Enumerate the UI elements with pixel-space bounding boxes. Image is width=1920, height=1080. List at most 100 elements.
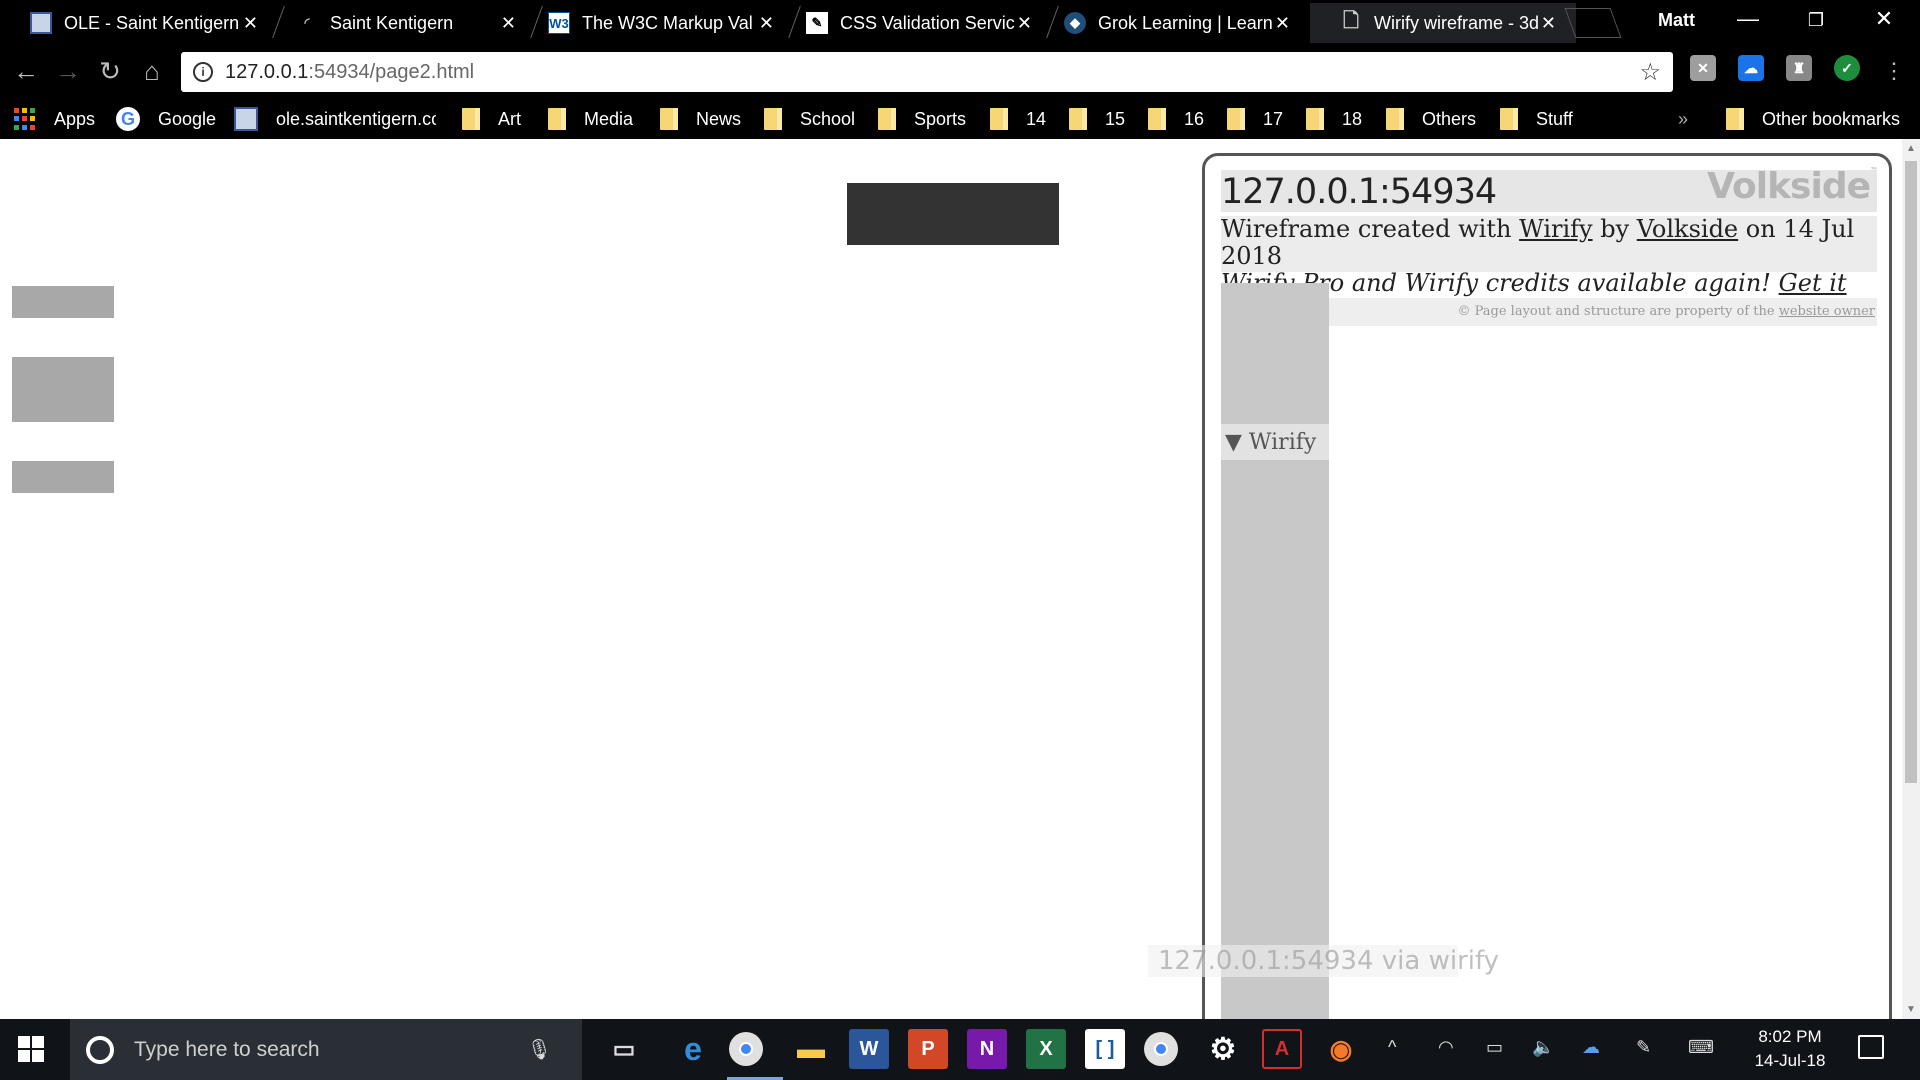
action-center-icon[interactable] bbox=[1858, 1035, 1884, 1059]
onedrive-tray-icon[interactable]: ☁ bbox=[1582, 1037, 1600, 1058]
wirify-host-title: 127.0.0.1:54934 bbox=[1221, 172, 1497, 212]
close-icon[interactable]: ✕ bbox=[1275, 13, 1290, 34]
wirify-link[interactable]: Wirify bbox=[1519, 215, 1593, 243]
bookmark-others[interactable]: Others bbox=[1386, 105, 1476, 133]
bookmark-14[interactable]: 14 bbox=[990, 105, 1046, 133]
address-bar[interactable]: i 127.0.0.1:54934/page2.html ☆ bbox=[181, 52, 1673, 92]
bookmark-ole[interactable]: ole.saintkentigern.co bbox=[234, 105, 436, 133]
menu-kebab-icon[interactable]: ⋮ bbox=[1878, 55, 1910, 87]
powerpoint-icon[interactable]: P bbox=[908, 1029, 948, 1069]
taskbar-clock[interactable]: 8:02 PM 14-Jul-18 bbox=[1740, 1025, 1840, 1073]
back-icon[interactable]: ← bbox=[10, 55, 42, 87]
bookmark-label: Others bbox=[1422, 108, 1477, 129]
excel-icon[interactable]: X bbox=[1026, 1029, 1066, 1069]
keyboard-icon[interactable]: ⌨ bbox=[1688, 1037, 1714, 1058]
by-text: by bbox=[1592, 215, 1637, 243]
close-icon[interactable]: ✕ bbox=[1541, 13, 1556, 34]
website-owner-link[interactable]: website owner bbox=[1779, 304, 1875, 319]
app-bracket-icon[interactable]: [ ] bbox=[1085, 1029, 1125, 1069]
page-scrollbar[interactable]: ▲ ▼ bbox=[1902, 139, 1920, 1019]
onedrive-cloud-icon[interactable]: ☁ bbox=[1738, 55, 1764, 81]
bookmark-label: 14 bbox=[1026, 108, 1047, 129]
bookmark-label: 16 bbox=[1184, 108, 1205, 129]
bookmark-news[interactable]: News bbox=[660, 105, 741, 133]
close-icon[interactable]: ✕ bbox=[501, 13, 516, 34]
battery-icon[interactable]: ▭ bbox=[1486, 1037, 1503, 1058]
bookmark-label: ole.saintkentigern.co bbox=[276, 108, 436, 129]
bookmark-sports[interactable]: Sports bbox=[878, 105, 966, 133]
bookmark-15[interactable]: 15 bbox=[1069, 105, 1125, 133]
bookmark-apps[interactable]: Apps bbox=[14, 105, 95, 133]
bookmark-school[interactable]: School bbox=[764, 105, 855, 133]
bookmark-art[interactable]: Art bbox=[462, 105, 521, 133]
url-host: 127.0.0.1 bbox=[225, 60, 309, 83]
close-icon[interactable]: ✕ bbox=[759, 13, 774, 34]
tray-expand-icon[interactable]: ^ bbox=[1388, 1037, 1396, 1058]
settings-gear-icon[interactable]: ⚙ bbox=[1203, 1029, 1243, 1069]
tab-wirify-wireframe[interactable]: 🗋 Wirify wireframe - 3d ✕ bbox=[1310, 3, 1576, 43]
restore-icon[interactable]: ❐ bbox=[1786, 10, 1846, 31]
volkside-logo[interactable]: Volkside™ bbox=[1707, 166, 1878, 207]
bookmark-18[interactable]: 18 bbox=[1306, 105, 1362, 133]
wifi-icon[interactable]: ◠ bbox=[1438, 1037, 1454, 1058]
microphone-icon[interactable]: 🎙 bbox=[527, 1037, 552, 1062]
blender-icon[interactable]: ◉ bbox=[1321, 1029, 1361, 1069]
extension-figure-icon[interactable]: ♜ bbox=[1786, 55, 1812, 81]
home-icon[interactable]: ⌂ bbox=[136, 55, 168, 87]
bookmark-media[interactable]: Media bbox=[548, 105, 633, 133]
bookmark-label: School bbox=[800, 108, 856, 129]
chrome-secondary-icon[interactable] bbox=[1144, 1032, 1178, 1066]
other-bookmarks[interactable]: Other bookmarks bbox=[1726, 105, 1900, 133]
forward-icon[interactable]: → bbox=[52, 55, 84, 87]
pen-icon[interactable]: ✎ bbox=[1636, 1037, 1651, 1058]
close-icon[interactable]: ✕ bbox=[243, 13, 258, 34]
scroll-thumb[interactable] bbox=[1905, 161, 1917, 783]
bookmark-google[interactable]: G Google bbox=[116, 105, 216, 133]
volume-icon[interactable]: 🔈 bbox=[1532, 1037, 1554, 1058]
bookmark-label: 17 bbox=[1263, 108, 1284, 129]
tab-saint-kentigern[interactable]: ◜ Saint Kentigern ✕ bbox=[266, 3, 536, 43]
folder-icon bbox=[548, 108, 566, 130]
tab-grok-learning[interactable]: ◆ Grok Learning | Learn ✕ bbox=[1034, 3, 1310, 43]
tab-css-validation[interactable]: ✎ CSS Validation Servic ✕ bbox=[776, 3, 1052, 43]
bookmark-17[interactable]: 17 bbox=[1227, 105, 1283, 133]
tab-ole[interactable]: OLE - Saint Kentigern ✕ bbox=[0, 3, 278, 43]
extension-x-icon[interactable]: ✕ bbox=[1690, 55, 1716, 81]
taskbar-search-box[interactable]: Type here to search 🎙 bbox=[70, 1019, 582, 1080]
window-close-icon[interactable]: ✕ bbox=[1854, 6, 1914, 32]
volkside-link[interactable]: Volkside bbox=[1637, 215, 1738, 243]
bookmark-label: Art bbox=[498, 108, 522, 129]
info-icon[interactable]: i bbox=[193, 62, 213, 82]
ole-icon bbox=[234, 107, 258, 131]
folder-icon bbox=[1069, 108, 1087, 130]
scroll-down-arrow-icon[interactable]: ▼ bbox=[1902, 1004, 1920, 1015]
folder-icon bbox=[764, 108, 782, 130]
shield-icon[interactable]: ✓ bbox=[1834, 55, 1860, 81]
bookmark-stuff[interactable]: Stuff bbox=[1500, 105, 1573, 133]
scroll-up-arrow-icon[interactable]: ▲ bbox=[1902, 143, 1920, 154]
wireframe-grey-block bbox=[12, 286, 114, 318]
edge-icon[interactable]: e bbox=[673, 1029, 713, 1069]
tab-w3c-markup[interactable]: W3 The W3C Markup Val ✕ bbox=[518, 3, 794, 43]
onenote-icon[interactable]: N bbox=[967, 1029, 1007, 1069]
folder-icon bbox=[660, 108, 678, 130]
word-icon[interactable]: W bbox=[849, 1029, 889, 1069]
acrobat-icon[interactable]: A bbox=[1262, 1029, 1302, 1069]
minimize-icon[interactable]: — bbox=[1718, 6, 1778, 32]
profile-name[interactable]: Matt bbox=[1658, 10, 1695, 31]
bookmark-16[interactable]: 16 bbox=[1148, 105, 1204, 133]
close-icon[interactable]: ✕ bbox=[1017, 13, 1032, 34]
bookmark-star-icon[interactable]: ☆ bbox=[1639, 58, 1661, 87]
reload-icon[interactable]: ↻ bbox=[94, 55, 126, 87]
file-explorer-icon[interactable]: ▬ bbox=[791, 1029, 831, 1069]
wireframe-grey-block bbox=[12, 461, 114, 493]
wirify-toggle[interactable]: ▼ Wirify bbox=[1221, 424, 1329, 460]
apps-icon bbox=[14, 108, 36, 130]
title-bar: OLE - Saint Kentigern ✕ ◜ Saint Kentiger… bbox=[0, 0, 1920, 43]
task-view-icon[interactable]: ▭ bbox=[604, 1029, 644, 1069]
chrome-icon[interactable] bbox=[729, 1032, 763, 1066]
windows-start-icon[interactable] bbox=[18, 1036, 44, 1062]
new-tab-button[interactable] bbox=[1564, 8, 1622, 38]
url-text[interactable]: 127.0.0.1:54934/page2.html bbox=[225, 61, 474, 84]
bookmarks-overflow-button[interactable]: » bbox=[1678, 105, 1688, 133]
